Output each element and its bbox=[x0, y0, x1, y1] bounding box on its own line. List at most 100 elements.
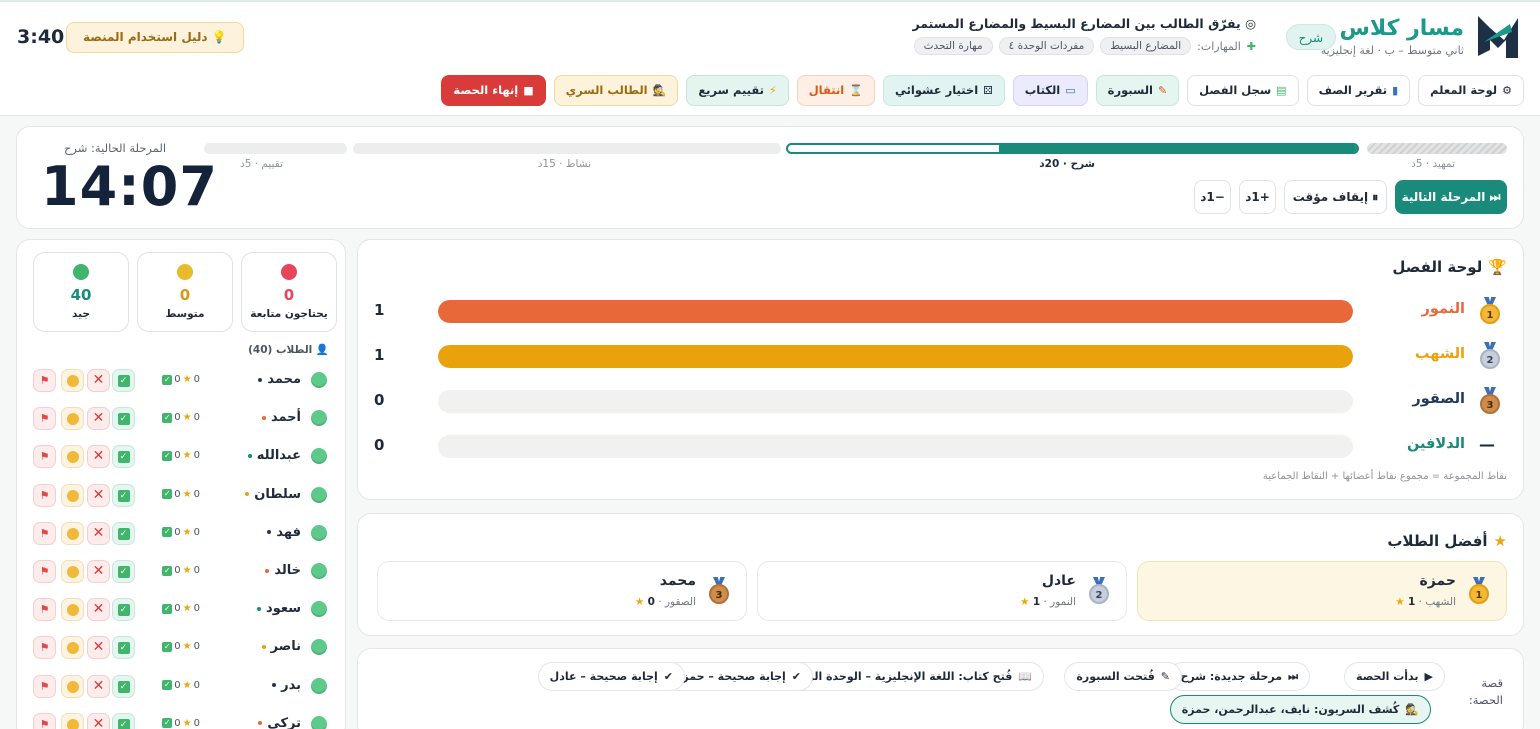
student-name[interactable]: تركي bbox=[258, 716, 301, 729]
teacher-dashboard-button[interactable]: ⚙ لوحة المعلم bbox=[1418, 75, 1524, 106]
mark-correct-button[interactable]: ✓ bbox=[112, 521, 135, 545]
mark-correct-button[interactable]: ✓ bbox=[112, 674, 135, 698]
story-event: ⏭ مرحلة جديدة: شرح bbox=[1168, 662, 1310, 691]
pause-button[interactable]: ⏸ إيقاف مؤقت bbox=[1284, 180, 1387, 214]
mark-wrong-button[interactable]: ✕ bbox=[87, 369, 110, 392]
behavior-button[interactable] bbox=[61, 598, 84, 622]
secret-student-button[interactable]: 🕵 الطالب السري bbox=[553, 75, 679, 106]
student-name-text: سلطان bbox=[254, 486, 301, 502]
behavior-button[interactable] bbox=[61, 560, 84, 583]
student-name-text: عبدالله bbox=[256, 448, 301, 464]
event-icon: ▶ bbox=[1424, 670, 1433, 683]
next-stage-button[interactable]: ⏭ المرحلة التالية bbox=[1395, 180, 1507, 214]
student-name[interactable]: أحمد bbox=[261, 410, 301, 425]
top-student-card[interactable]: 3 محمد الصقور · 0 ★ bbox=[377, 561, 747, 621]
event-text: فُتحت السبورة bbox=[1076, 670, 1155, 683]
event-icon: 📖 bbox=[1018, 670, 1032, 683]
current-stage-label: المرحلة الحالية: شرح bbox=[64, 141, 167, 155]
mark-correct-button[interactable]: ✓ bbox=[112, 598, 135, 622]
flag-button[interactable]: ⚑ bbox=[33, 598, 56, 622]
next-icon: ⏭ bbox=[1489, 190, 1501, 204]
correct-count: 0 bbox=[174, 603, 181, 615]
mark-correct-button[interactable]: ✓ bbox=[112, 712, 135, 729]
mark-wrong-button[interactable]: ✕ bbox=[87, 521, 110, 545]
behavior-button[interactable] bbox=[61, 712, 84, 729]
mark-wrong-button[interactable]: ✕ bbox=[87, 712, 110, 729]
title-text: الطلاب (40) bbox=[248, 344, 313, 356]
quick-assessment-button[interactable]: ⚡ تقييم سريع bbox=[686, 75, 789, 106]
medal-rank: 2 bbox=[1480, 349, 1500, 369]
student-name[interactable]: بدر bbox=[272, 678, 301, 693]
behavior-button[interactable] bbox=[61, 445, 84, 469]
flag-button[interactable]: ⚑ bbox=[33, 712, 56, 729]
average-stat[interactable]: 0 متوسط bbox=[137, 252, 233, 332]
class-report-button[interactable]: ▮ تقرير الصف bbox=[1306, 75, 1411, 106]
button-label: المرحلة التالية bbox=[1401, 190, 1486, 204]
student-name[interactable]: ناصر bbox=[261, 639, 301, 654]
flag-button[interactable]: ⚑ bbox=[33, 483, 56, 507]
random-pick-button[interactable]: ⚄ اختيار عشوائي bbox=[882, 75, 1005, 106]
button-label: تقرير الصف bbox=[1318, 83, 1388, 97]
mark-correct-button[interactable]: ✓ bbox=[112, 560, 135, 583]
flag-button[interactable]: ⚑ bbox=[33, 369, 56, 392]
flag-button[interactable]: ⚑ bbox=[33, 407, 56, 431]
flag-button[interactable]: ⚑ bbox=[33, 674, 56, 698]
student-counters: 0 ★ 0 ✓ bbox=[162, 527, 200, 538]
flag-button[interactable]: ⚑ bbox=[33, 636, 56, 660]
mark-correct-button[interactable]: ✓ bbox=[112, 407, 135, 431]
mark-correct-button[interactable]: ✓ bbox=[112, 636, 135, 660]
subtract-minute-button[interactable]: −1د bbox=[1194, 180, 1231, 214]
mark-wrong-button[interactable]: ✕ bbox=[87, 560, 110, 583]
good-stat[interactable]: 40 جيد bbox=[33, 252, 129, 332]
mark-wrong-button[interactable]: ✕ bbox=[87, 636, 110, 660]
needs-followup-stat[interactable]: 0 يحتاجون متابعة bbox=[241, 252, 337, 332]
team-row: 3 الصقور 0 bbox=[358, 387, 1523, 414]
stat-label: يحتاجون متابعة bbox=[250, 308, 328, 320]
behavior-button[interactable] bbox=[61, 407, 84, 431]
student-row: سعود 0 ★ 0 ✓ ✓ ✕ ⚑ bbox=[17, 598, 345, 624]
whiteboard-button[interactable]: ✎ السبورة bbox=[1095, 75, 1180, 106]
story-event: ✎ فُتحت السبورة bbox=[1064, 662, 1182, 691]
student-name[interactable]: سعود bbox=[257, 601, 301, 616]
check-icon: ✓ bbox=[117, 718, 130, 729]
student-name[interactable]: فهد bbox=[267, 525, 301, 540]
add-minute-button[interactable]: +1د bbox=[1239, 180, 1276, 214]
transition-button[interactable]: ⌛ انتقال bbox=[796, 75, 875, 106]
star-count: 0 bbox=[193, 641, 200, 653]
stage-progress-fill bbox=[998, 145, 1357, 152]
team-score-bar bbox=[438, 345, 1353, 368]
star-icon: ★ bbox=[634, 596, 645, 608]
flag-button[interactable]: ⚑ bbox=[33, 521, 56, 545]
star-icon: ★ bbox=[182, 488, 192, 500]
book-button[interactable]: ▭ الكتاب bbox=[1012, 75, 1088, 106]
student-name[interactable]: خالد bbox=[265, 563, 301, 578]
behavior-button[interactable] bbox=[61, 483, 84, 507]
student-status-dot bbox=[311, 601, 327, 618]
student-name[interactable]: محمد bbox=[258, 372, 301, 387]
student-points: 1 bbox=[1032, 596, 1041, 608]
flag-button[interactable]: ⚑ bbox=[33, 560, 56, 583]
title-text: لوحة الفصل bbox=[1392, 258, 1483, 276]
behavior-button[interactable] bbox=[61, 521, 84, 545]
behavior-button[interactable] bbox=[61, 636, 84, 660]
mark-wrong-button[interactable]: ✕ bbox=[87, 598, 110, 622]
mark-correct-button[interactable]: ✓ bbox=[112, 445, 135, 469]
mark-correct-button[interactable]: ✓ bbox=[112, 483, 135, 507]
student-name[interactable]: سلطان bbox=[245, 487, 301, 502]
mark-correct-button[interactable]: ✓ bbox=[112, 369, 135, 392]
class-log-button[interactable]: ▤ سجل الفصل bbox=[1187, 75, 1299, 106]
rank-dash: — bbox=[1479, 435, 1495, 454]
mark-wrong-button[interactable]: ✕ bbox=[87, 674, 110, 698]
face-icon bbox=[66, 566, 79, 578]
mark-wrong-button[interactable]: ✕ bbox=[87, 445, 110, 469]
end-session-button[interactable]: ■ إنهاء الحصة bbox=[441, 75, 546, 106]
student-name[interactable]: عبدالله bbox=[247, 448, 301, 464]
behavior-button[interactable] bbox=[61, 674, 84, 698]
mark-wrong-button[interactable]: ✕ bbox=[87, 483, 110, 507]
mark-wrong-button[interactable]: ✕ bbox=[87, 407, 110, 431]
behavior-button[interactable] bbox=[61, 369, 84, 392]
top-student-card[interactable]: 2 عادل النمور · 1 ★ bbox=[757, 561, 1127, 621]
guide-button[interactable]: 💡 دليل استخدام المنصة bbox=[66, 22, 244, 53]
flag-button[interactable]: ⚑ bbox=[33, 445, 56, 469]
top-student-card[interactable]: 1 حمزة الشهب · 1 ★ bbox=[1137, 561, 1507, 621]
